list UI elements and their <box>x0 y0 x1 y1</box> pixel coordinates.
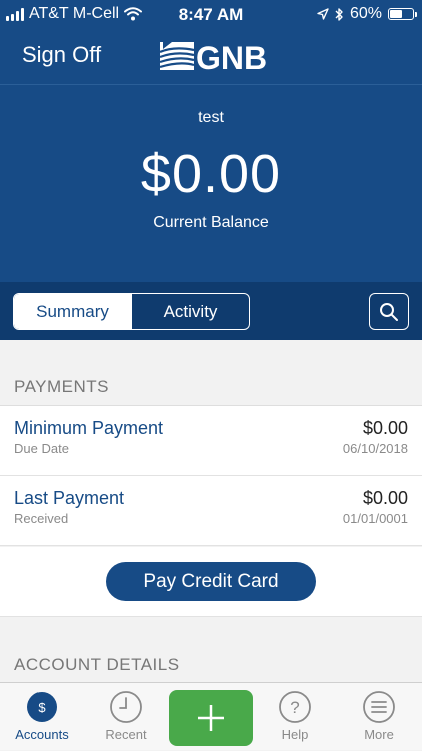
add-action-button[interactable] <box>169 690 253 746</box>
tab-label: More <box>364 727 394 742</box>
search-icon <box>380 302 398 321</box>
battery-fill <box>390 10 402 18</box>
search-button[interactable] <box>369 293 409 330</box>
list-item-last-payment[interactable]: Last Payment Received $0.00 01/01/0001 <box>0 476 422 546</box>
segment-bar: Summary Activity <box>0 282 422 340</box>
balance-hero: test $0.00 Current Balance <box>0 85 422 282</box>
logo-text: GNB <box>196 40 267 72</box>
row-title: Minimum Payment <box>14 418 164 438</box>
row-subtitle: Received <box>14 511 69 526</box>
logo-emblem-icon <box>160 42 195 70</box>
dollar-circle-icon: $ <box>27 692 57 722</box>
tab-label: Help <box>281 727 309 742</box>
account-details-header: ACCOUNT DETAILS <box>14 655 180 674</box>
battery-icon <box>388 8 417 20</box>
tab-label: Accounts <box>15 727 69 742</box>
clock-icon <box>110 691 142 723</box>
current-balance-value: $0.00 <box>140 144 282 204</box>
nav-bar: Sign Off GNB <box>0 30 422 85</box>
payments-header: PAYMENTS <box>14 377 109 396</box>
location-arrow-icon <box>317 8 329 20</box>
status-bar: AT&T M-Cell 8:47 AM 60% <box>0 0 422 30</box>
view-segmented-control: Summary Activity <box>13 293 250 330</box>
list-item-minimum-payment[interactable]: Minimum Payment Due Date $0.00 06/10/201… <box>0 406 422 476</box>
gnb-logo: GNB <box>160 40 267 72</box>
svg-text:$: $ <box>38 700 46 715</box>
tab-help[interactable]: ? Help <box>253 683 337 751</box>
tab-recent[interactable]: Recent <box>84 683 168 751</box>
menu-circle-icon <box>363 691 395 723</box>
row-amount: $0.00 <box>362 418 408 438</box>
current-balance-label: Current Balance <box>153 214 269 231</box>
battery-percent: 60% <box>349 5 382 22</box>
question-circle-icon: ? <box>279 691 311 723</box>
tab-accounts[interactable]: $ Accounts <box>0 683 84 751</box>
bottom-tab-bar: $ Accounts Recent ? Help More <box>0 682 422 750</box>
svg-text:?: ? <box>290 698 299 717</box>
tab-label: Recent <box>105 727 147 742</box>
sign-off-button[interactable]: Sign Off <box>22 42 101 68</box>
account-name: test <box>198 109 224 126</box>
account-details-section-header: ACCOUNT DETAILS <box>0 617 422 683</box>
bluetooth-icon <box>335 7 343 21</box>
pay-credit-card-button[interactable]: Pay Credit Card <box>106 562 316 601</box>
pay-button-area: Pay Credit Card <box>0 547 422 617</box>
row-subtitle: Due Date <box>14 441 69 456</box>
plus-icon <box>198 705 224 731</box>
payments-section-header: PAYMENTS <box>0 340 422 406</box>
tab-summary[interactable]: Summary <box>14 294 131 329</box>
row-date: 06/10/2018 <box>342 441 408 456</box>
row-date: 01/01/0001 <box>342 511 408 526</box>
row-amount: $0.00 <box>362 488 408 508</box>
status-right: 60% <box>317 5 417 23</box>
row-title: Last Payment <box>14 488 125 508</box>
tab-activity[interactable]: Activity <box>131 294 249 329</box>
tab-more[interactable]: More <box>337 683 421 751</box>
